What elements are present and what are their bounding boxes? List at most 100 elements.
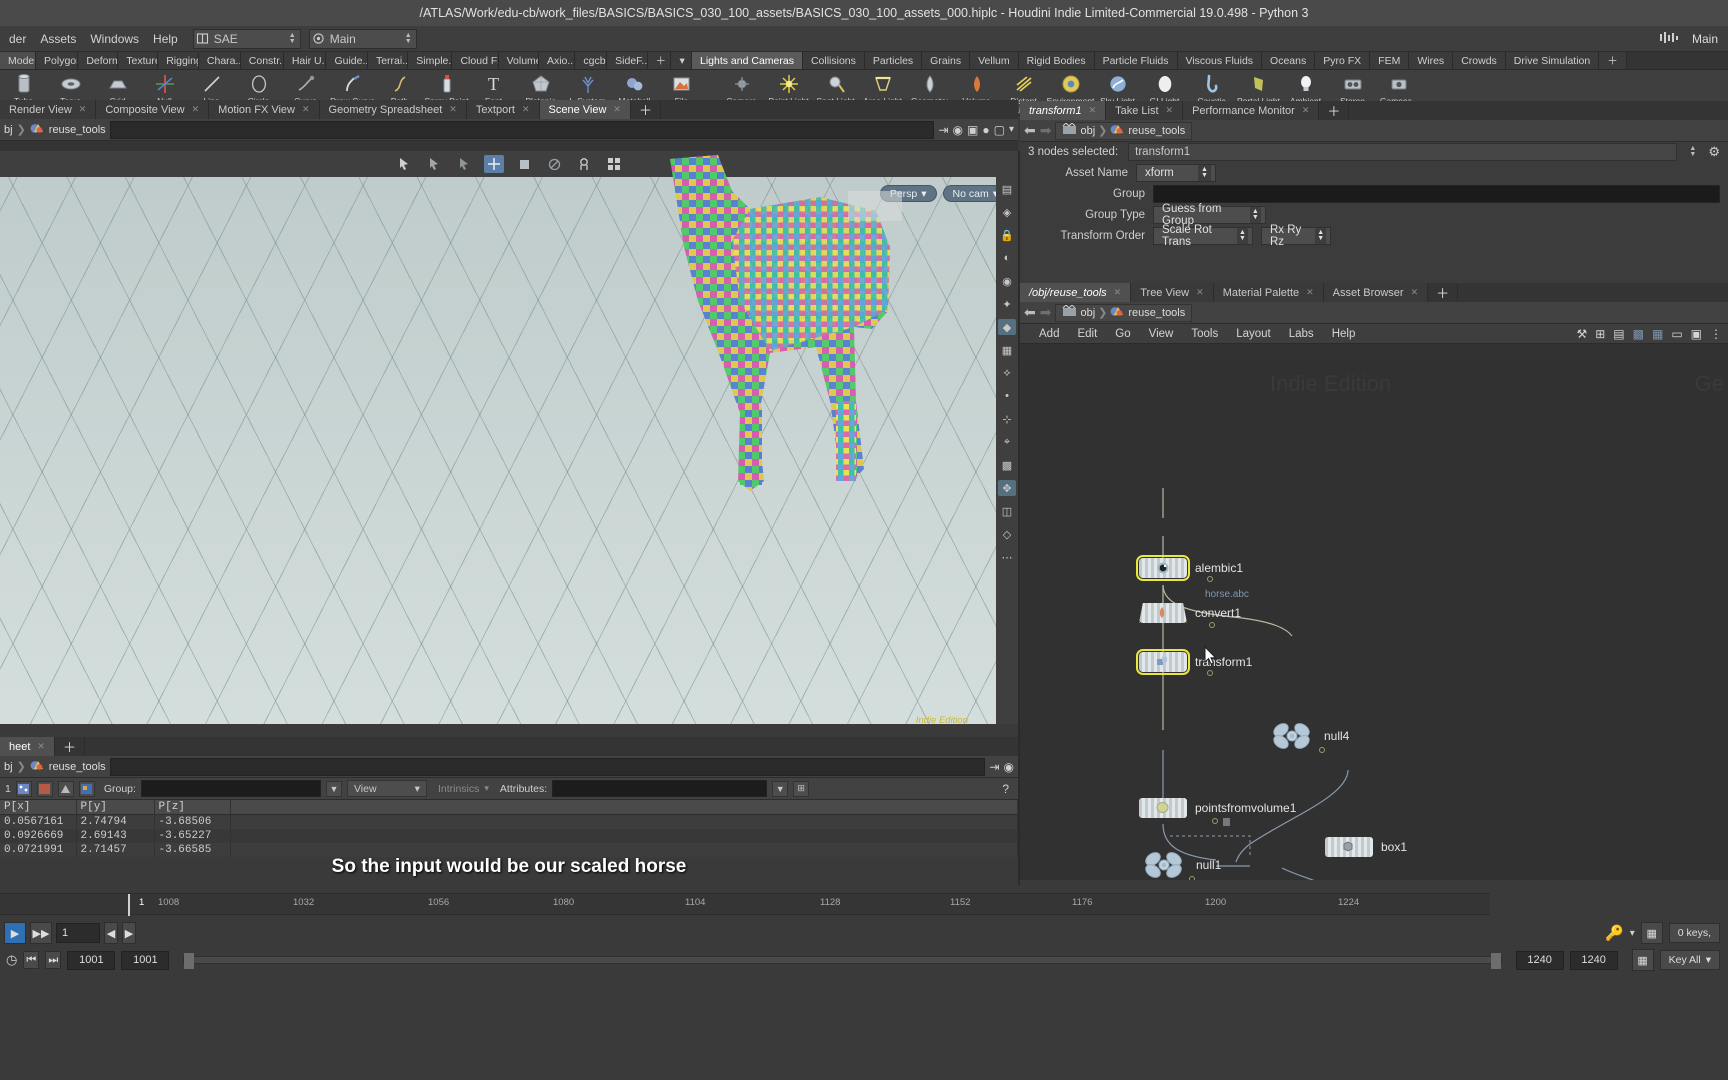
menu-item-windows[interactable]: Windows (83, 29, 146, 49)
shelf-menu-button[interactable]: ▾ (671, 52, 692, 69)
close-icon[interactable]: ✕ (79, 104, 87, 115)
wrench-icon[interactable]: ⚒ (1576, 327, 1587, 341)
view-tool-icon[interactable] (514, 155, 534, 173)
shelf-tab-hair-utils[interactable]: Hair U... (283, 52, 327, 69)
current-frame-input[interactable]: 1 (56, 923, 100, 943)
background-icon[interactable]: ▩ (998, 457, 1016, 473)
tree-icon[interactable]: ⊞ (1595, 327, 1605, 341)
close-icon[interactable]: ✕ (302, 104, 310, 115)
shelf-tab-cloudfx[interactable]: Cloud FX (452, 52, 499, 69)
add-tab-button[interactable]: ＋ (630, 100, 661, 119)
chevron-down-icon[interactable]: ▾ (1630, 928, 1635, 939)
path-input[interactable] (109, 120, 935, 139)
step-forward-button[interactable]: ▶▶ (30, 922, 52, 944)
more-icon[interactable]: ⋯ (998, 549, 1016, 565)
sticky-icon[interactable]: ▣ (1691, 327, 1702, 341)
path-node-label[interactable]: reuse_tools (1128, 307, 1185, 319)
desktop-spinner[interactable]: ▲ ▼ (287, 31, 298, 47)
range-handle-right[interactable] (1490, 953, 1501, 969)
light-icon[interactable]: ◉ (998, 273, 1016, 289)
pin-icon[interactable]: ⇥ (989, 760, 999, 774)
tab-geometry-spreadsheet[interactable]: Geometry Spreadsheet ✕ (319, 100, 467, 119)
material-icon[interactable]: ✦ (998, 296, 1016, 312)
forward-arrow-icon[interactable]: ➡ (1040, 304, 1052, 321)
tab-scene-view[interactable]: Scene View ✕ (539, 100, 631, 119)
close-icon[interactable]: ✕ (1302, 105, 1310, 116)
detail-filter-icon[interactable] (78, 780, 95, 797)
shelf-tab-simple[interactable]: Simple... (408, 52, 453, 69)
shelf-right-add-button[interactable]: ＋ (1599, 52, 1627, 69)
desktop-selector[interactable]: SAE ▲ ▼ (192, 28, 301, 49)
shelf-tab-collisions[interactable]: Collisions (802, 52, 865, 69)
shelf-tab-grains[interactable]: Grains (922, 52, 971, 69)
shelf-tab-fem[interactable]: FEM (1370, 52, 1410, 69)
node-box1[interactable]: box1 (1325, 837, 1407, 857)
primitives-filter-icon[interactable] (57, 780, 74, 797)
path-node-label[interactable]: reuse_tools (49, 124, 106, 136)
shelf-tab-deform[interactable]: Deform (78, 52, 119, 69)
tab-spreadsheet[interactable]: heet ✕ (0, 737, 55, 756)
path-obj-label[interactable]: bj (4, 124, 13, 136)
scene-viewport[interactable]: Persp ▾ No cam ▾ (0, 151, 1018, 734)
shelf-tab-constraints[interactable]: Constr... (240, 52, 284, 69)
menu-go[interactable]: Go (1106, 324, 1139, 344)
chevron-down-icon[interactable]: ▾ (1009, 124, 1014, 135)
ghost-icon[interactable]: ◐ (998, 250, 1016, 266)
play-button[interactable]: ▶ (4, 922, 26, 944)
points-icon[interactable]: • (998, 388, 1016, 404)
selection-spinner[interactable]: ▲ ▼ (1687, 144, 1698, 160)
shelf-tab-axiom[interactable]: Axio... (538, 52, 576, 69)
tab-asset-browser[interactable]: Asset Browser ✕ (1323, 283, 1429, 302)
more-icon[interactable]: ⋮ (1710, 327, 1722, 341)
group-type-dropdown[interactable]: Guess from Group ▲ ▼ (1153, 203, 1266, 227)
range-end2-input[interactable]: 1240 (1569, 950, 1618, 970)
path-obj-label[interactable]: bj (4, 761, 13, 773)
range-start2-input[interactable]: 1001 (121, 950, 170, 970)
close-icon[interactable]: ✕ (1196, 287, 1204, 298)
path-node-label[interactable]: reuse_tools (49, 761, 106, 773)
tab-take-list[interactable]: Take List ✕ (1106, 101, 1184, 120)
node-body[interactable] (1325, 837, 1373, 857)
no-entry-icon[interactable] (544, 155, 564, 173)
node-display-flag-null1[interactable] (1189, 876, 1195, 880)
node-display-flag-null4[interactable] (1319, 747, 1325, 753)
shelf-tab-polygon[interactable]: Polygon (36, 52, 79, 69)
shelf-tab-lights-cameras[interactable]: Lights and Cameras (692, 52, 803, 69)
attributes-options-icon[interactable]: ⊞ (793, 780, 810, 797)
guides-icon[interactable]: ⌖ (998, 434, 1016, 450)
pane-spinner[interactable]: ▲ ▼ (403, 31, 414, 47)
node-body[interactable] (1136, 555, 1190, 581)
shelf-tab-drive-simulation[interactable]: Drive Simulation (1505, 52, 1600, 69)
forward-arrow-icon[interactable]: ➡ (1040, 122, 1052, 139)
next-key-button[interactable]: ▶ (122, 922, 136, 944)
tab-composite-view[interactable]: Composite View ✕ (96, 100, 210, 119)
lock-icon[interactable]: 🔒 (998, 227, 1016, 243)
transform-order-dropdown[interactable]: Scale Rot Trans ▲ ▼ (1153, 224, 1253, 248)
path-obj-label[interactable]: obj (1080, 307, 1095, 319)
select-object-icon[interactable] (394, 155, 414, 173)
group-filter-icon[interactable]: ▼ (325, 780, 342, 797)
pane-selector[interactable]: Main ▲ ▼ (308, 28, 417, 49)
range-end-button[interactable]: ⏭ (45, 951, 62, 969)
timeline-ruler[interactable]: 1008 1032 1056 1080 1104 1128 1152 1176 … (0, 893, 1490, 916)
help-icon[interactable]: ◉ (1004, 760, 1014, 774)
grid-align-icon[interactable]: ▦ (1652, 327, 1663, 341)
menu-tools[interactable]: Tools (1182, 324, 1227, 344)
spreadsheet-path-input[interactable] (109, 757, 986, 776)
shelf-tab-particle-fluids[interactable]: Particle Fluids (1094, 52, 1178, 69)
add-tab-button[interactable]: ＋ (1319, 101, 1350, 120)
select-geometry-icon[interactable] (424, 155, 444, 173)
node-display-flag-alembic1[interactable] (1207, 576, 1213, 582)
close-icon[interactable]: ✕ (449, 104, 457, 115)
node-display-flag-transform1[interactable] (1207, 670, 1213, 676)
selection-value-field[interactable]: transform1 (1128, 143, 1678, 161)
menu-help[interactable]: Help (1323, 324, 1365, 344)
node-null4[interactable]: null4 (1272, 721, 1349, 753)
range-start-button[interactable]: ⏮ (23, 951, 40, 969)
refresh-icon[interactable]: ◉ (953, 123, 963, 137)
snapshot-button[interactable]: ▦ (1640, 922, 1663, 944)
shelf-tab-oceans[interactable]: Oceans (1262, 52, 1316, 69)
shelf-tab-model[interactable]: Model (0, 52, 37, 69)
menu-layout[interactable]: Layout (1227, 324, 1280, 344)
menu-add[interactable]: Add (1030, 324, 1068, 344)
